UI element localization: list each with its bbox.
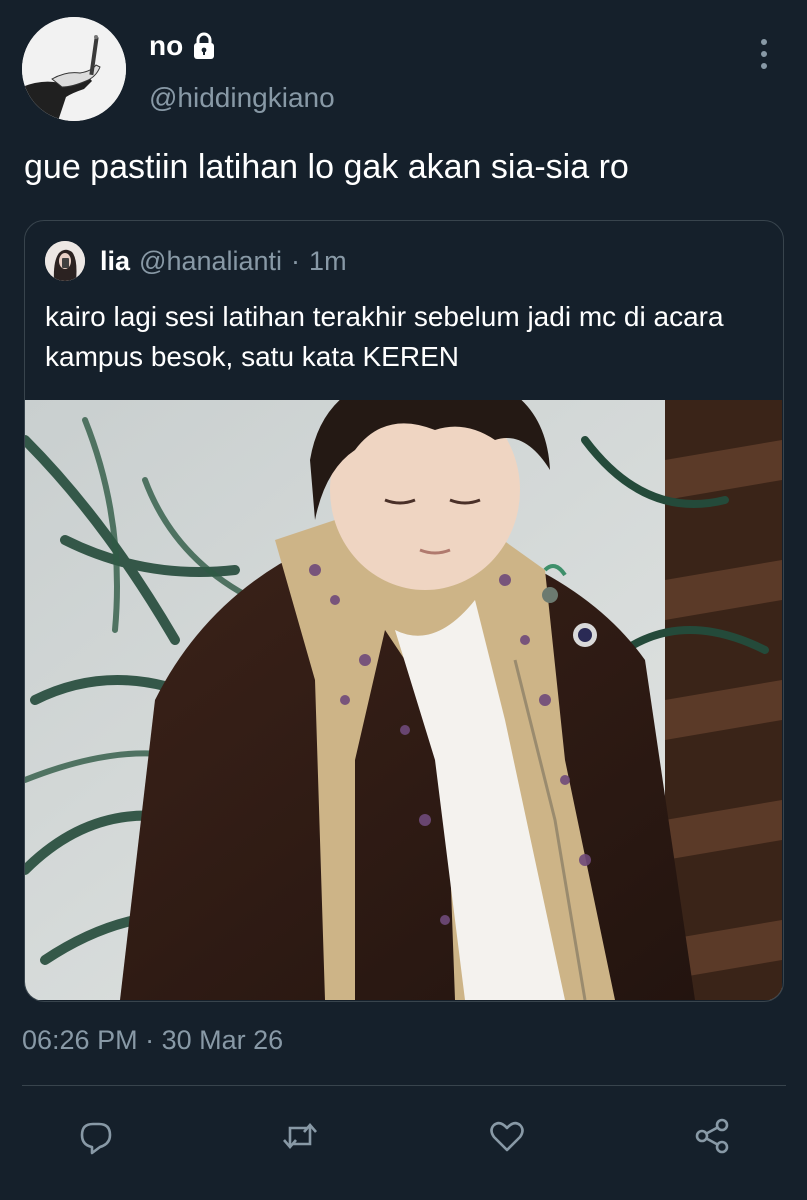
quoted-separator: · xyxy=(291,245,301,276)
quoted-display-name: lia xyxy=(100,245,131,276)
author-display-name[interactable]: no xyxy=(149,32,183,60)
quoted-tweet-header: lia @hanalianti · 1m xyxy=(45,241,347,281)
timestamp-separator: · xyxy=(145,1025,155,1055)
lock-icon xyxy=(191,31,217,61)
more-options-icon[interactable] xyxy=(752,37,776,71)
quoted-tweet-text: kairo lagi sesi latihan terakhir sebelum… xyxy=(45,301,724,372)
author-avatar[interactable] xyxy=(22,17,126,121)
timestamp-date: 30 Mar 26 xyxy=(161,1025,284,1055)
share-icon[interactable] xyxy=(692,1116,732,1156)
author-name-row: no xyxy=(149,31,217,61)
tweet-text: gue pastiin latihan lo gak akan sia-sia … xyxy=(24,148,629,186)
reply-icon[interactable] xyxy=(76,1116,116,1156)
quoted-tweet-photo[interactable] xyxy=(25,400,782,1000)
like-icon[interactable] xyxy=(487,1116,527,1156)
divider xyxy=(22,1085,786,1086)
quoted-tweet-card[interactable]: lia @hanalianti · 1m kairo lagi sesi lat… xyxy=(24,220,784,1002)
quoted-time-ago: 1m xyxy=(309,245,347,276)
retweet-icon[interactable] xyxy=(280,1116,320,1156)
author-handle[interactable]: @hiddingkiano xyxy=(149,84,335,112)
quoted-author-avatar xyxy=(45,241,85,281)
tweet-timestamp: 06:26 PM · 30 Mar 26 xyxy=(22,1025,283,1056)
timestamp-time: 06:26 PM xyxy=(22,1025,138,1055)
quoted-handle: @hanalianti xyxy=(139,245,283,276)
